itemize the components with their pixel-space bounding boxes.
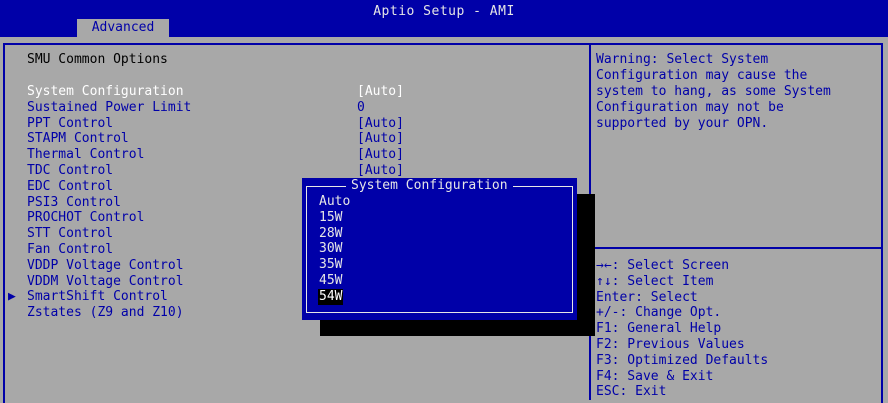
setting-label[interactable]: PSI3 Control [27,195,121,211]
key-legend-item: Enter: Select [596,289,698,305]
key-legend-item: ↑↓: Select Item [596,273,714,289]
help-divider [591,247,883,249]
setting-label[interactable]: VDDM Voltage Control [27,274,184,290]
popup-option[interactable]: 15W [319,210,342,226]
setting-label[interactable]: Fan Control [27,242,113,258]
popup-option[interactable]: 30W [319,241,342,257]
setting-label[interactable]: SmartShift Control [27,289,168,305]
setting-value[interactable]: [Auto] [357,131,404,147]
setting-value[interactable]: [Auto] [357,84,404,100]
setting-value[interactable]: 0 [357,100,365,116]
title-bar: Aptio Setup - AMI Advanced [0,0,888,37]
setting-label[interactable]: STAPM Control [27,131,129,147]
setting-label[interactable]: Sustained Power Limit [27,100,191,116]
setting-label[interactable]: VDDP Voltage Control [27,258,184,274]
popup-option[interactable]: Auto [319,194,350,210]
setting-label[interactable]: EDC Control [27,179,113,195]
section-title: SMU Common Options [27,52,168,67]
setting-label[interactable]: STT Control [27,226,113,242]
app-title: Aptio Setup - AMI [373,4,515,19]
submenu-arrow-icon: ▶ [8,289,16,305]
popup-title: System Configuration [346,178,513,194]
key-legend: →←: Select Screen ↑↓: Select Item Enter: S… [596,258,876,400]
popup-option[interactable]: 35W [319,257,342,273]
help-text: Warning: Select System Configuration may… [596,52,831,131]
setting-label[interactable]: System Configuration [27,84,184,100]
tab-advanced[interactable]: Advanced [77,19,169,37]
key-legend-item: +/-: Change Opt. [596,305,722,321]
key-legend-item: F1: General Help [596,321,722,337]
popup-option[interactable]: 45W [319,273,342,289]
setting-label[interactable]: Thermal Control [27,147,144,163]
popup-option[interactable]: 54W [318,288,344,305]
setting-label[interactable]: TDC Control [27,163,113,179]
key-legend-item: F3: Optimized Defaults [596,352,769,368]
setting-label[interactable]: PPT Control [27,116,113,132]
key-legend-item: F4: Save & Exit [596,368,714,384]
setting-value[interactable]: [Auto] [357,163,404,179]
system-configuration-popup[interactable]: System Configuration Auto 15W 28W 30W 35W 45W… [302,178,577,320]
setting-value[interactable]: [Auto] [357,116,404,132]
setting-value[interactable]: [Auto] [357,147,404,163]
setting-label[interactable]: Zstates (Z9 and Z10) [27,305,184,321]
key-legend-item: F2: Previous Values [596,336,745,352]
key-legend-item: ESC: Exit [596,384,667,400]
popup-option[interactable]: 28W [319,226,342,242]
setting-label[interactable]: PROCHOT Control [27,210,144,226]
key-legend-item: →←: Select Screen [596,258,730,273]
